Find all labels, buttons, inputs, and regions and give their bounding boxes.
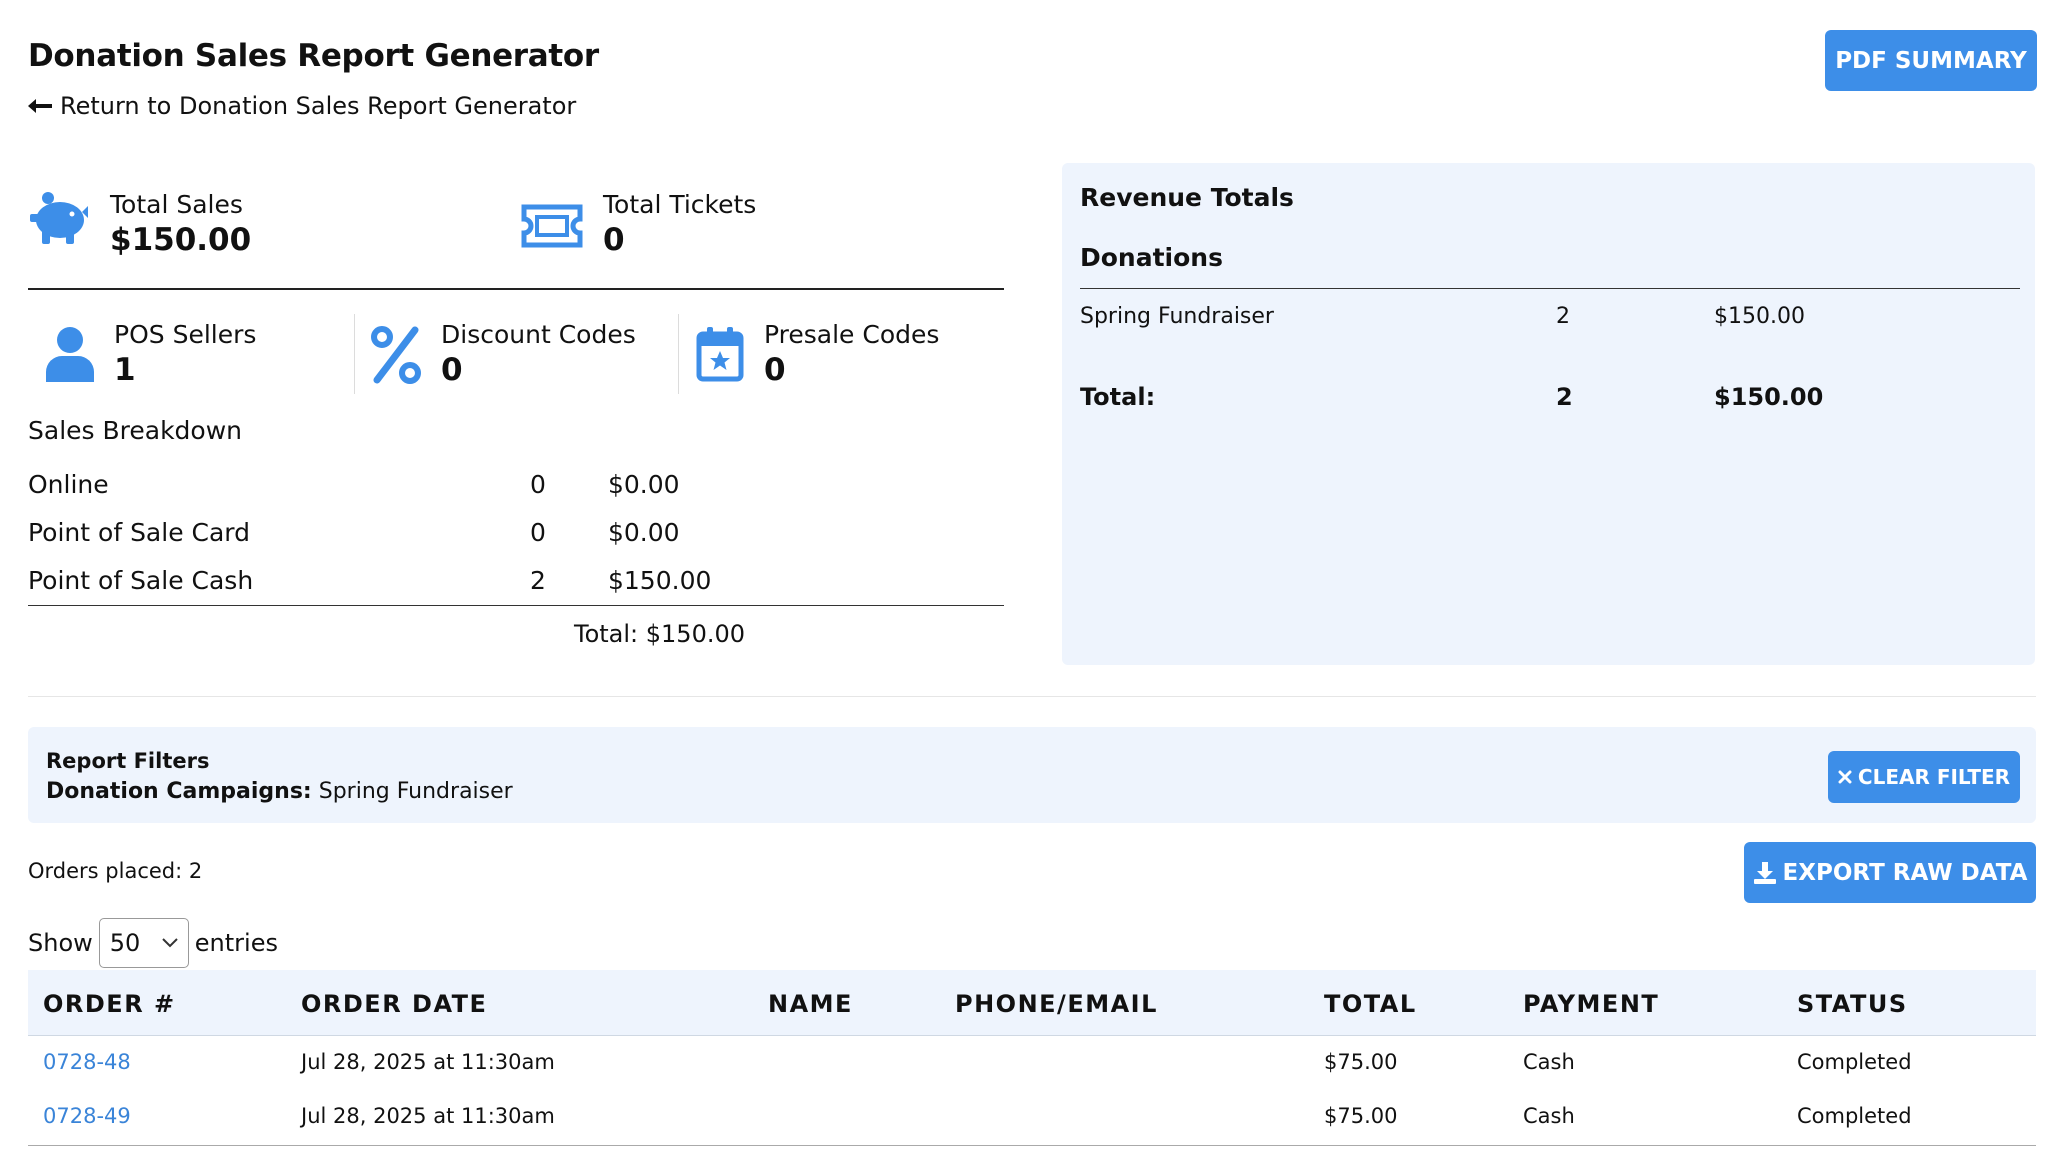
page-size-control: Show 50 entries <box>28 918 278 968</box>
export-label: EXPORT RAW DATA <box>1782 859 2028 886</box>
order-payment: Cash <box>1523 1104 1575 1128</box>
revenue-row-label: Spring Fundraiser <box>1080 304 1274 329</box>
order-number-link[interactable]: 0728-48 <box>43 1050 131 1074</box>
filter-value: Spring Fundraiser <box>318 779 513 804</box>
report-filters-panel: Report Filters Donation Campaigns: Sprin… <box>28 727 2036 823</box>
order-payment: Cash <box>1523 1050 1575 1074</box>
revenue-title: Revenue Totals <box>1080 183 1294 212</box>
page-size-value: 50 <box>109 929 141 957</box>
stat-pos-sellers: POS Sellers 1 <box>46 320 256 390</box>
section-divider <box>28 696 2036 697</box>
breakdown-label: Point of Sale Card <box>28 518 251 547</box>
filters-title: Report Filters <box>46 749 210 773</box>
clear-filter-button[interactable]: CLEAR FILTER <box>1828 751 2020 803</box>
table-row: 0728-48 Jul 28, 2025 at 11:30am $75.00 C… <box>28 1038 2036 1092</box>
revenue-row-amount: $150.00 <box>1714 304 1805 329</box>
breakdown-row: Online 0 $0.00 <box>28 470 1004 516</box>
revenue-totals-panel: Revenue Totals Donations Spring Fundrais… <box>1062 163 2035 665</box>
stat-value: 0 <box>441 352 463 388</box>
filter-campaign: Donation Campaigns: Spring Fundraiser <box>46 779 513 804</box>
sales-breakdown-title: Sales Breakdown <box>28 416 243 445</box>
stat-label: Discount Codes <box>441 320 636 349</box>
breakdown-count: 0 <box>530 518 546 547</box>
page-title: Donation Sales Report Generator <box>28 38 599 74</box>
revenue-section-title: Donations <box>1080 243 1223 272</box>
breakdown-label: Point of Sale Cash <box>28 566 254 595</box>
stats-divider <box>28 288 1004 290</box>
stat-separator <box>354 314 355 394</box>
stat-separator <box>678 314 679 394</box>
download-icon <box>1753 861 1776 884</box>
order-status: Completed <box>1797 1104 1912 1128</box>
order-date: Jul 28, 2025 at 11:30am <box>301 1050 555 1074</box>
column-header[interactable]: ORDER # <box>43 990 176 1018</box>
column-header[interactable]: PAYMENT <box>1523 990 1659 1018</box>
stat-discount-codes: Discount Codes 0 <box>371 320 636 390</box>
breakdown-label: Online <box>28 470 109 499</box>
arrow-left-icon <box>28 99 52 113</box>
revenue-row-count: 2 <box>1556 304 1570 329</box>
stat-presale-codes: Presale Codes 0 <box>696 320 939 390</box>
order-total: $75.00 <box>1324 1104 1398 1128</box>
order-date: Jul 28, 2025 at 11:30am <box>301 1104 555 1128</box>
column-header[interactable]: NAME <box>768 990 853 1018</box>
breakdown-amount: $150.00 <box>608 566 712 595</box>
breakdown-amount: $0.00 <box>608 518 680 547</box>
pdf-summary-button[interactable]: PDF SUMMARY <box>1825 30 2037 91</box>
breakdown-row: Point of Sale Card 0 $0.00 <box>28 518 1004 564</box>
percent-icon <box>371 326 421 384</box>
order-total: $75.00 <box>1324 1050 1398 1074</box>
stat-total-tickets: Total Tickets 0 <box>521 190 756 260</box>
back-link-label: Return to Donation Sales Report Generato… <box>60 92 577 120</box>
revenue-total-count: 2 <box>1556 383 1573 411</box>
stat-value: 0 <box>764 352 786 388</box>
revenue-divider <box>1080 288 2020 289</box>
orders-table-header: ORDER # ORDER DATE NAME PHONE/EMAIL TOTA… <box>28 970 2036 1036</box>
close-icon <box>1838 770 1852 784</box>
column-header[interactable]: STATUS <box>1797 990 1908 1018</box>
show-label: Show <box>28 929 93 957</box>
stat-value: $150.00 <box>110 222 252 258</box>
table-bottom-border <box>28 1145 2036 1146</box>
stat-value: 1 <box>114 352 136 388</box>
orders-placed: Orders placed: 2 <box>28 859 203 883</box>
breakdown-total: Total: $150.00 <box>574 620 746 648</box>
column-header[interactable]: TOTAL <box>1324 990 1417 1018</box>
clear-filter-label: CLEAR FILTER <box>1857 765 2011 789</box>
filter-label: Donation Campaigns: <box>46 779 312 804</box>
stat-label: Presale Codes <box>764 320 940 349</box>
revenue-total-amount: $150.00 <box>1714 383 1824 411</box>
stat-value: 0 <box>603 222 625 258</box>
ticket-icon <box>521 204 583 248</box>
breakdown-count: 2 <box>530 566 546 595</box>
stat-label: POS Sellers <box>114 320 257 349</box>
revenue-total-label: Total: <box>1080 383 1156 411</box>
order-status: Completed <box>1797 1050 1912 1074</box>
chevron-down-icon <box>162 938 178 948</box>
breakdown-count: 0 <box>530 470 546 499</box>
breakdown-amount: $0.00 <box>608 470 680 499</box>
breakdown-divider <box>28 605 1004 606</box>
column-header[interactable]: PHONE/EMAIL <box>955 990 1158 1018</box>
page-size-select[interactable]: 50 <box>98 918 189 968</box>
back-link[interactable]: Return to Donation Sales Report Generato… <box>28 92 576 120</box>
report-page: Donation Sales Report Generator Return t… <box>0 0 2068 1154</box>
column-header[interactable]: ORDER DATE <box>301 990 487 1018</box>
stat-total-sales: Total Sales $150.00 <box>28 190 251 260</box>
order-number-link[interactable]: 0728-49 <box>43 1104 131 1128</box>
stat-label: Total Tickets <box>603 190 757 219</box>
table-row: 0728-49 Jul 28, 2025 at 11:30am $75.00 C… <box>28 1092 2036 1146</box>
entries-label: entries <box>194 929 278 957</box>
stat-label: Total Sales <box>110 190 243 219</box>
export-raw-data-button[interactable]: EXPORT RAW DATA <box>1744 842 2036 903</box>
piggy-bank-icon <box>28 190 90 246</box>
calendar-star-icon <box>696 326 744 382</box>
user-icon <box>46 326 94 382</box>
